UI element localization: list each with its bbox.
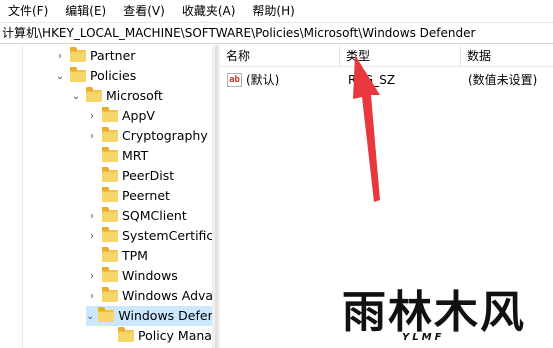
watermark-logo: 雨林木风 YLMF [342, 290, 550, 346]
tree-item-label: Policy Manager [138, 328, 212, 343]
tree-item-mrt[interactable]: MRT [86, 146, 148, 166]
menu-help[interactable]: 帮助(H) [248, 0, 298, 22]
tree-item-label: Microsoft [106, 88, 163, 103]
chevron-down-icon[interactable]: ⌄ [54, 66, 66, 86]
annotation-arrow-shape [353, 55, 380, 202]
tree-item-label: SystemCertificates [122, 228, 212, 243]
value-data: (数值未设置) [468, 73, 538, 87]
tree-item-label: Windows Defender [118, 308, 212, 323]
folder-icon [70, 67, 86, 82]
tree-item-label: PeerDist [122, 168, 175, 183]
tree-item-policies[interactable]: ⌄ Policies [54, 66, 136, 86]
tree-item-label: Windows Advanced Threat Protection [122, 288, 212, 303]
chevron-right-icon[interactable]: › [86, 266, 98, 286]
tree-item-label: Partner [90, 48, 136, 63]
menu-file[interactable]: 文件(F) [4, 0, 52, 22]
tree-item-cryptography[interactable]: › Cryptography [86, 126, 208, 146]
menu-view[interactable]: 查看(V) [119, 0, 169, 22]
folder-icon [70, 47, 86, 62]
folder-icon [102, 227, 118, 242]
folder-icon [118, 327, 134, 342]
chevron-right-icon[interactable]: › [86, 106, 98, 126]
chevron-down-icon[interactable]: ⌄ [70, 86, 82, 106]
folder-icon [102, 167, 118, 182]
folder-icon [102, 247, 118, 262]
tree-item-label: Cryptography [122, 128, 208, 143]
folder-icon [86, 87, 102, 102]
folder-icon [102, 207, 118, 222]
tree-item-label: TPM [122, 248, 148, 263]
tree-item-peernet[interactable]: Peernet [86, 186, 170, 206]
tree-item-label: Windows [122, 268, 178, 283]
chevron-right-icon[interactable]: › [54, 46, 66, 66]
tree-item-systemcertificates[interactable]: › SystemCertificates [86, 226, 212, 246]
tree-item-label: Policies [90, 68, 137, 83]
folder-icon [102, 147, 118, 162]
menu-bar: 文件(F) 编辑(E) 查看(V) 收藏夹(A) 帮助(H) [0, 0, 553, 22]
watermark-main-text: 雨林木风 [342, 287, 526, 338]
tree-item-microsoft[interactable]: ⌄ Microsoft [70, 86, 163, 106]
folder-open-icon [98, 307, 115, 322]
folder-icon [102, 287, 118, 302]
chevron-right-icon[interactable]: › [86, 226, 98, 246]
chevron-down-icon[interactable]: ⌄ [86, 306, 94, 326]
tree-item-label: AppV [122, 108, 155, 123]
annotation-arrow [353, 55, 380, 202]
tree-item-peerdist[interactable]: PeerDist [86, 166, 174, 186]
tree-item-windows-defender[interactable]: ⌄ Windows Defender [86, 306, 212, 326]
pane-splitter-grip [215, 45, 218, 348]
tree-item-policy-manager[interactable]: Policy Manager [102, 326, 212, 346]
tree-item-sqmclient[interactable]: › SQMClient [86, 206, 187, 226]
folder-icon [102, 267, 118, 282]
folder-icon [102, 127, 118, 142]
address-bar[interactable]: 计算机\HKEY_LOCAL_MACHINE\SOFTWARE\Policies… [0, 22, 553, 44]
column-header-data[interactable]: 数据 [461, 45, 553, 67]
value-name: (默认) [246, 73, 280, 87]
chevron-right-icon[interactable]: › [86, 206, 98, 226]
tree-item-windows[interactable]: › Windows [86, 266, 178, 286]
registry-tree: › Partner ⌄ Policies ⌄ Microsoft › AppV … [0, 45, 212, 348]
folder-icon [102, 107, 118, 122]
tree-item-partner[interactable]: › Partner [54, 46, 135, 66]
tree-item-label: Peernet [122, 188, 170, 203]
menu-edit[interactable]: 编辑(E) [61, 0, 110, 22]
folder-icon [102, 187, 118, 202]
column-header-name[interactable]: 名称 [220, 45, 340, 67]
menu-favorites[interactable]: 收藏夹(A) [178, 0, 240, 22]
watermark-sub-text: YLMF [402, 332, 445, 343]
tree-item-label: MRT [122, 148, 149, 163]
string-value-icon: ab [227, 73, 242, 87]
chevron-right-icon[interactable]: › [86, 286, 98, 306]
tree-item-windows-atp[interactable]: › Windows Advanced Threat Protection [86, 286, 212, 306]
chevron-right-icon[interactable]: › [86, 126, 98, 146]
tree-item-label: SQMClient [122, 208, 187, 223]
tree-guide-line [22, 45, 23, 348]
tree-item-appv[interactable]: › AppV [86, 106, 155, 126]
tree-item-tpm[interactable]: TPM [86, 246, 148, 266]
